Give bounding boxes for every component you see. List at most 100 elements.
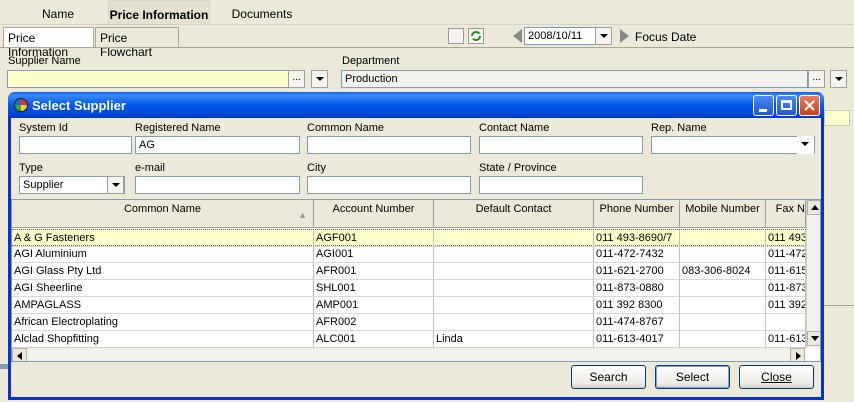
cell-default-contact	[434, 246, 594, 263]
tab-name[interactable]: Name	[30, 0, 86, 24]
table-row[interactable]: AMPAGLASS AMP001 011 392 8300 011 392	[12, 297, 806, 314]
scroll-left-button[interactable]	[12, 348, 27, 361]
cell-account-number: SHL001	[314, 280, 434, 297]
cell-fax-number: 011 392	[766, 297, 806, 314]
cell-mobile-number	[680, 280, 766, 297]
supplier-grid[interactable]: Common Name ▲ Account Number Default Con…	[11, 199, 821, 362]
col-account-number[interactable]: Account Number	[314, 200, 434, 228]
email-label: e-mail	[135, 162, 165, 174]
scroll-right-button[interactable]	[790, 348, 805, 361]
cell-default-contact	[434, 230, 594, 247]
table-row[interactable]: AGI Glass Pty Ltd AFR001 011-621-2700 083-3…	[12, 263, 806, 280]
type-dropdown-button[interactable]	[107, 176, 124, 194]
cell-account-number: AGI001	[314, 246, 434, 263]
select-button[interactable]: Select	[655, 365, 730, 389]
cell-common-name: A & G Fasteners	[12, 230, 314, 247]
cell-fax-number: 011-873	[766, 280, 806, 297]
cell-common-name: AGI Aluminium	[12, 246, 314, 263]
cell-default-contact	[434, 280, 594, 297]
cell-phone-number: 011 392 8300	[594, 297, 680, 314]
search-button[interactable]: Search	[571, 365, 646, 389]
supplier-dropdown-button[interactable]	[311, 70, 328, 88]
tab-price-information[interactable]: Price Information	[108, 0, 210, 24]
contact-name-input[interactable]	[479, 136, 643, 154]
supplier-name-input[interactable]	[7, 70, 289, 88]
cell-phone-number: 011-621-2700	[594, 263, 680, 280]
dialog-title: Select Supplier	[32, 98, 126, 113]
subtab-price-flowchart[interactable]: Price Flowchart	[95, 27, 179, 59]
cell-fax-number: 011-615	[766, 263, 806, 280]
maximize-button[interactable]	[776, 95, 797, 116]
close-button-label: Close	[761, 370, 792, 384]
dialog-titlebar[interactable]: Select Supplier	[8, 92, 824, 118]
cell-phone-number: 011 493-8690/7	[594, 230, 680, 247]
background-panel-edge	[824, 305, 854, 365]
select-supplier-dialog: Select Supplier System Id Registered Nam…	[8, 92, 824, 400]
col-phone-number[interactable]: Phone Number	[594, 200, 680, 228]
contact-name-label: Contact Name	[479, 122, 550, 134]
col-fax-number[interactable]: Fax N	[766, 200, 806, 228]
cell-fax-number: 011 493	[766, 230, 806, 247]
cell-common-name: AGI Glass Pty Ltd	[12, 263, 314, 280]
department-dropdown-button[interactable]	[830, 70, 847, 88]
rep-name-label: Rep. Name	[651, 122, 707, 134]
cell-mobile-number	[680, 314, 766, 331]
email-input[interactable]	[135, 176, 300, 194]
col-mobile-number[interactable]: Mobile Number	[680, 200, 766, 228]
cell-default-contact	[434, 314, 594, 331]
department-input[interactable]: Production	[341, 70, 808, 88]
table-row[interactable]: AGI Aluminium AGI001 011-472-7432 011-472	[12, 246, 806, 263]
cell-account-number: AFR001	[314, 263, 434, 280]
cell-common-name: Alclad Shopfitting	[12, 331, 314, 348]
department-browse-button[interactable]: ...	[808, 70, 825, 88]
col-common-name[interactable]: Common Name ▲	[12, 200, 314, 228]
cell-common-name: AMPAGLASS	[12, 297, 314, 314]
cell-default-contact	[434, 263, 594, 280]
cell-mobile-number: 083-306-8024	[680, 263, 766, 280]
supplier-name-label: Supplier Name	[8, 55, 81, 67]
rep-name-dropdown-button[interactable]	[797, 136, 814, 154]
tab-documents[interactable]: Documents	[224, 0, 300, 24]
vertical-scrollbar[interactable]	[806, 200, 820, 348]
grid-header: Common Name ▲ Account Number Default Con…	[12, 200, 806, 228]
toggle-checkbox[interactable]	[448, 28, 464, 44]
state-province-label: State / Province	[479, 162, 557, 174]
cell-phone-number: 011-873-0880	[594, 280, 680, 297]
refresh-icon[interactable]	[468, 28, 484, 44]
cell-phone-number: 011-613-4017	[594, 331, 680, 348]
state-province-input[interactable]	[479, 176, 643, 194]
rep-name-select[interactable]	[651, 136, 815, 154]
table-row[interactable]: African Electroplating AFR002 011-474-8767	[12, 314, 806, 331]
close-button[interactable]: Close	[739, 365, 814, 389]
maximize-icon	[781, 100, 792, 110]
date-next-icon[interactable]	[620, 29, 629, 43]
city-label: City	[307, 162, 326, 174]
cell-default-contact: Linda	[434, 331, 594, 348]
close-window-button[interactable]	[799, 95, 820, 116]
cell-phone-number: 011-472-7432	[594, 246, 680, 263]
system-id-input[interactable]	[19, 136, 132, 154]
col-default-contact[interactable]: Default Contact	[434, 200, 594, 228]
type-label: Type	[19, 162, 43, 174]
table-row[interactable]: Alclad Shopfitting ALC001 Linda 011-613-401…	[12, 331, 806, 348]
city-input[interactable]	[307, 176, 471, 194]
lower-window-edge	[0, 364, 8, 369]
table-row[interactable]: AGI Sheerline SHL001 011-873-0880 011-873	[12, 280, 806, 297]
app-icon	[14, 98, 28, 112]
date-dropdown-button[interactable]	[595, 27, 612, 45]
registered-name-input[interactable]: AG	[135, 136, 300, 154]
common-name-input[interactable]	[307, 136, 471, 154]
minimize-button[interactable]	[753, 95, 774, 116]
cell-common-name: AGI Sheerline	[12, 280, 314, 297]
supplier-browse-button[interactable]: ...	[288, 70, 305, 88]
subtab-price-information[interactable]: Price Information	[3, 27, 94, 59]
table-row[interactable]: A & G Fasteners AGF001 011 493-8690/7 011 4…	[12, 229, 806, 247]
scroll-down-button[interactable]	[807, 331, 820, 346]
scroll-up-button[interactable]	[807, 200, 820, 215]
cell-fax-number	[766, 314, 806, 331]
cell-account-number: AFR002	[314, 314, 434, 331]
horizontal-scrollbar[interactable]	[12, 347, 806, 361]
cell-mobile-number	[680, 230, 766, 247]
cell-mobile-number	[680, 246, 766, 263]
date-prev-icon[interactable]	[513, 29, 522, 43]
